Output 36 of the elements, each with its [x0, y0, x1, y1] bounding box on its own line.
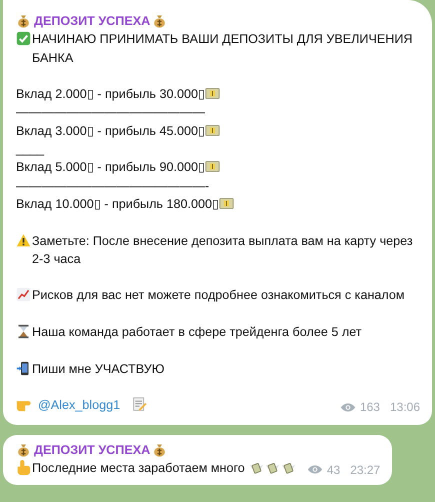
money-bag-icon — [152, 13, 168, 28]
divider-text: ——————————————— — [16, 105, 205, 120]
channel-name[interactable]: ДЕПОЗИТ УСПЕХА — [34, 442, 150, 457]
message-time: 13:06 — [390, 399, 420, 416]
message-text: Пиши мне УЧАСТВУЮ — [32, 360, 164, 378]
offer-text: Вклад 10.000▯ - прибыль 180.000▯ — [16, 196, 220, 211]
check-mark-icon — [16, 31, 31, 46]
divider-text: ———————————————- — [16, 178, 210, 193]
channel-name[interactable]: ДЕПОЗИТ УСПЕХА — [34, 14, 150, 28]
warning-icon — [16, 232, 31, 248]
message-text: Последние места заработаем много — [32, 460, 245, 475]
phone-icon — [16, 360, 31, 376]
money-bag-icon — [152, 442, 168, 457]
eye-icon — [306, 464, 323, 476]
username-link[interactable]: @Alex_blogg1 — [38, 398, 120, 412]
hourglass-icon — [16, 324, 31, 340]
divider-text: ____ — [16, 142, 44, 156]
message-text: НАЧИНАЮ ПРИНИМАТЬ ВАШИ ДЕПОЗИТЫ ДЛЯ УВЕЛИЧЕНИЯ БАНКА — [32, 31, 414, 67]
banknote-icon — [205, 122, 220, 138]
money-bag-icon — [16, 442, 31, 457]
banknote-icon — [205, 159, 220, 174]
banknote-icon — [219, 196, 234, 211]
memo-icon — [132, 397, 148, 412]
message-text: Наша команда работает в сфере трейденга более 5 лет — [32, 324, 362, 342]
banknote-icon — [205, 86, 220, 102]
message-time: 23:27 — [350, 462, 380, 479]
offer-text: Вклад 5.000▯ - прибыль 90.000▯ — [16, 160, 206, 174]
eye-icon — [340, 402, 356, 413]
message-text: Заметьте: После внесение депозита выплата вам на карту через 2-3 часа — [32, 232, 414, 268]
view-count: 43 — [326, 462, 340, 479]
money-bag-icon — [16, 13, 31, 28]
offer-text: Вклад 2.000▯ - прибыль 30.000▯ — [16, 87, 206, 102]
message-text: Рисков для вас нет можете подробнее ознакомиться с каналом — [32, 287, 405, 304]
view-count: 163 — [360, 399, 380, 416]
trend-chart-icon — [16, 287, 31, 302]
offer-text: Вклад 3.000▯ - прибыль 45.000▯ — [16, 124, 206, 138]
